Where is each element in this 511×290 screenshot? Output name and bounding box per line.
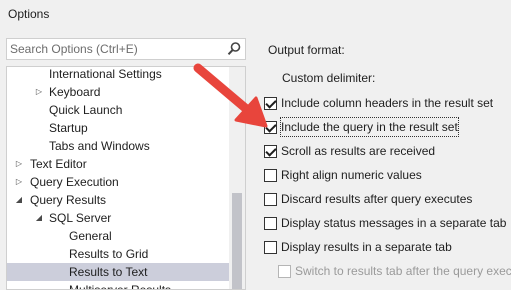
- option-label: Scroll as results are received: [281, 144, 436, 158]
- checkbox-include-column-headers[interactable]: [264, 96, 277, 110]
- tree-item-label: Results to Grid: [69, 247, 149, 261]
- tree-item-quick-launch[interactable]: Quick Launch: [7, 101, 231, 119]
- expand-arrow-icon[interactable]: ▷: [14, 155, 24, 173]
- expand-arrow-icon[interactable]: ▷: [34, 83, 44, 101]
- tree-item-keyboard[interactable]: ▷ Keyboard: [7, 83, 231, 101]
- tree-item-label: Multiserver Results: [69, 283, 172, 290]
- option-scroll-as-received[interactable]: Scroll as results are received: [264, 142, 435, 160]
- window-title: Options: [8, 7, 50, 21]
- search-icon[interactable]: [226, 41, 242, 57]
- tree-item-label: General: [69, 229, 112, 243]
- tree-item-label: Query Execution: [30, 175, 119, 189]
- option-label: Discard results after query executes: [281, 192, 473, 206]
- tree-item-label: Keyboard: [49, 85, 101, 99]
- tree-item-general[interactable]: General: [7, 227, 231, 245]
- results-to-text-settings-panel: Output format: Custom delimiter: Include…: [256, 38, 511, 290]
- tree-item-label: International Settings: [49, 67, 162, 81]
- collapse-arrow-icon[interactable]: ◢: [34, 209, 44, 227]
- checkbox-include-query[interactable]: [264, 120, 277, 134]
- checkbox-discard-results[interactable]: [264, 192, 277, 206]
- tree-scrollbar[interactable]: [229, 67, 245, 289]
- option-label: Display status messages in a separate ta…: [281, 216, 507, 230]
- custom-delimiter-label: Custom delimiter:: [282, 71, 376, 85]
- option-results-separate-tab[interactable]: Display results in a separate tab: [264, 238, 452, 256]
- tree-item-label: Query Results: [30, 193, 107, 207]
- tree-item-query-results[interactable]: ◢ Query Results: [7, 191, 231, 209]
- tree-item-results-to-text[interactable]: Results to Text: [7, 263, 231, 281]
- search-box[interactable]: [6, 38, 246, 60]
- tree-item-label: SQL Server: [49, 211, 112, 225]
- expand-arrow-icon[interactable]: ▷: [14, 173, 24, 191]
- tree-item-sql-server[interactable]: ◢ SQL Server: [7, 209, 231, 227]
- tree-item-startup[interactable]: Startup: [7, 119, 231, 137]
- option-include-query[interactable]: Include the query in the result set: [264, 117, 459, 137]
- option-right-align-numeric[interactable]: Right align numeric values: [264, 166, 422, 184]
- search-input[interactable]: [7, 42, 221, 56]
- checkbox-results-separate-tab[interactable]: [264, 240, 277, 254]
- options-tree[interactable]: International Settings ▷ Keyboard Quick …: [6, 66, 246, 290]
- checkbox-scroll-as-received[interactable]: [264, 144, 277, 158]
- tree-item-results-to-grid[interactable]: Results to Grid: [7, 245, 231, 263]
- scrollbar-thumb[interactable]: [232, 193, 242, 289]
- tree-item-label: Tabs and Windows: [49, 139, 150, 153]
- output-format-label: Output format:: [268, 43, 345, 57]
- checkbox-right-align-numeric[interactable]: [264, 168, 277, 182]
- option-label: Right align numeric values: [281, 168, 422, 182]
- checkbox-status-messages-separate-tab[interactable]: [264, 216, 277, 230]
- options-navigation-pane: International Settings ▷ Keyboard Quick …: [6, 38, 246, 290]
- tree-item-label: Quick Launch: [49, 103, 123, 117]
- tree-item-label: Results to Text: [69, 265, 148, 279]
- option-label: Switch to results tab after the query ex…: [295, 264, 511, 278]
- tree-item-multiserver-results[interactable]: Multiserver Results: [7, 281, 231, 290]
- option-discard-results[interactable]: Discard results after query executes: [264, 190, 472, 208]
- option-switch-to-results-tab: Switch to results tab after the query ex…: [278, 262, 511, 280]
- option-label: Include column headers in the result set: [281, 96, 494, 110]
- option-status-messages-separate-tab[interactable]: Display status messages in a separate ta…: [264, 214, 506, 232]
- tree-item-international-settings[interactable]: International Settings: [7, 67, 231, 83]
- checkbox-switch-to-results-tab: [278, 264, 291, 278]
- tree-item-query-execution[interactable]: ▷ Query Execution: [7, 173, 231, 191]
- option-include-column-headers[interactable]: Include column headers in the result set: [264, 94, 493, 112]
- option-label: Display results in a separate tab: [281, 240, 452, 254]
- tree-item-label: Startup: [49, 121, 88, 135]
- option-label: Include the query in the result set: [280, 117, 459, 137]
- tree-item-text-editor[interactable]: ▷ Text Editor: [7, 155, 231, 173]
- tree-item-label: Text Editor: [30, 157, 87, 171]
- collapse-arrow-icon[interactable]: ◢: [14, 191, 24, 209]
- tree-item-tabs-and-windows[interactable]: Tabs and Windows: [7, 137, 231, 155]
